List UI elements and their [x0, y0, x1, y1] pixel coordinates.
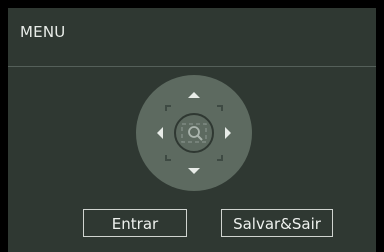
directional-pad — [136, 75, 252, 191]
save-and-exit-button[interactable]: Salvar&Sair — [221, 209, 333, 237]
enter-button[interactable]: Entrar — [83, 209, 187, 237]
menu-panel: MENU Entrar Salvar&Sair — [8, 8, 376, 252]
menu-title: MENU — [20, 23, 66, 41]
title-divider — [8, 66, 376, 67]
